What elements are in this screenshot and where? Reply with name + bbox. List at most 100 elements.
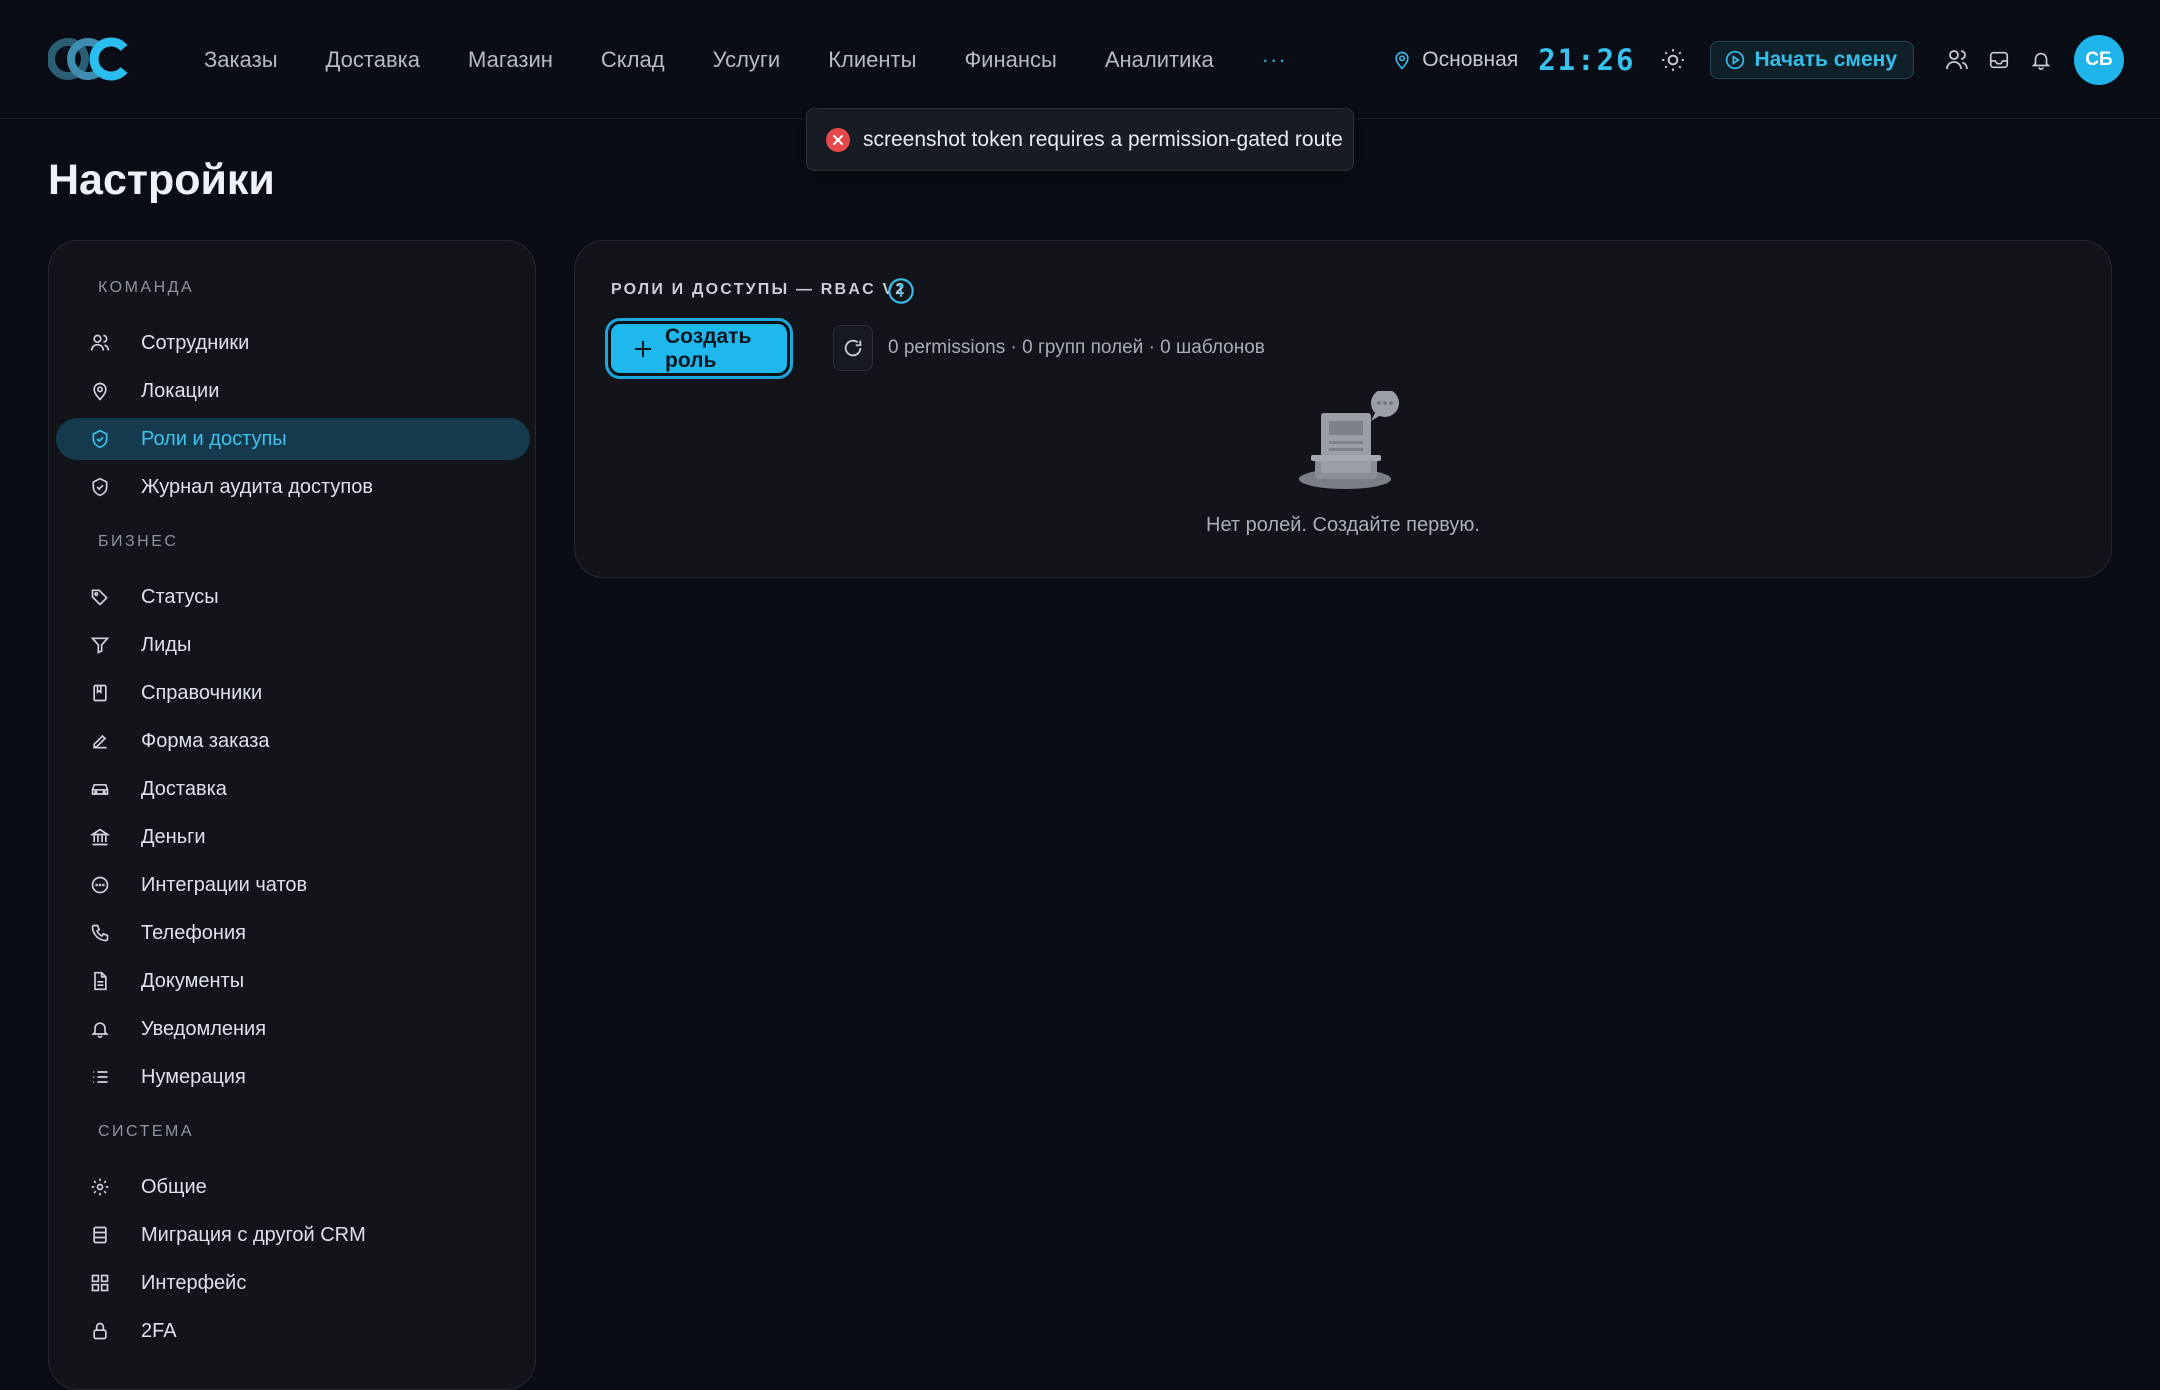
sidebar-item-2fa[interactable]: 2FA — [56, 1310, 530, 1352]
clock: 21:26 — [1538, 42, 1636, 77]
section-title-team: КОМАНДА — [98, 279, 195, 296]
sidebar-item-locations[interactable]: Локации — [56, 370, 530, 412]
settings-sidebar: КОМАНДА Сотрудники Локации Роли и доступ… — [48, 240, 536, 1390]
sidebar-item-notifications[interactable]: Уведомления — [56, 1008, 530, 1050]
users-icon — [1945, 48, 1969, 72]
sidebar-item-label: Журнал аудита доступов — [141, 475, 373, 498]
nav-finance[interactable]: Финансы — [964, 47, 1056, 73]
inbox-button[interactable] — [1982, 43, 2016, 77]
main-nav: Заказы Доставка Магазин Склад Услуги Кли… — [204, 0, 1287, 119]
employees-button[interactable] — [1940, 43, 1974, 77]
sidebar-item-label: Документы — [141, 969, 245, 992]
list-icon — [90, 1067, 110, 1087]
chat-icon — [90, 875, 110, 895]
start-shift-label: Начать смену — [1754, 47, 1897, 71]
sidebar-item-general[interactable]: Общие — [56, 1166, 530, 1208]
sidebar-item-numbering[interactable]: Нумерация — [56, 1056, 530, 1098]
grid-icon — [90, 1273, 110, 1293]
bell-icon — [90, 1019, 110, 1039]
page-title: Настройки — [48, 156, 275, 204]
sidebar-item-label: Общие — [141, 1175, 207, 1198]
sidebar-item-label: Интеграции чатов — [141, 873, 308, 896]
location-label: Основная — [1422, 47, 1519, 71]
document-icon — [90, 971, 110, 991]
shield-check-icon — [90, 477, 110, 497]
user-avatar[interactable]: СБ — [2074, 34, 2124, 85]
create-role-button[interactable]: Создать роль — [611, 324, 787, 373]
lock-icon — [90, 1321, 110, 1341]
sidebar-item-label: Форма заказа — [141, 729, 270, 752]
sidebar-item-label: Доставка — [141, 777, 227, 800]
inbox-icon — [1988, 49, 2010, 71]
nav-shop[interactable]: Магазин — [468, 47, 553, 73]
sidebar-item-interface[interactable]: Интерфейс — [56, 1262, 530, 1304]
top-bar: Заказы Доставка Магазин Склад Услуги Кли… — [0, 0, 2160, 119]
refresh-icon — [842, 337, 864, 359]
sidebar-item-telephony[interactable]: Телефония — [56, 912, 530, 954]
sidebar-item-label: Деньги — [141, 825, 206, 848]
section-title-business: БИЗНЕС — [98, 533, 179, 550]
nav-clients[interactable]: Клиенты — [828, 47, 916, 73]
book-icon — [90, 683, 110, 703]
location-selector[interactable]: Основная — [1392, 48, 1518, 72]
nav-warehouse[interactable]: Склад — [601, 47, 665, 73]
sidebar-item-label: Роли и доступы — [141, 427, 287, 450]
app-logo[interactable] — [48, 36, 134, 82]
sidebar-item-label: Нумерация — [141, 1065, 246, 1088]
sidebar-item-documents[interactable]: Документы — [56, 960, 530, 1002]
sidebar-item-order-form[interactable]: Форма заказа — [56, 720, 530, 762]
counts-summary: 0 permissions · 0 групп полей · 0 шаблон… — [888, 337, 1265, 358]
nav-orders[interactable]: Заказы — [204, 47, 278, 73]
sidebar-item-label: Миграция с другой CRM — [141, 1223, 366, 1246]
nav-analytics[interactable]: Аналитика — [1105, 47, 1214, 73]
car-icon — [90, 779, 110, 799]
sidebar-item-label: Сотрудники — [141, 331, 250, 354]
sidebar-item-money[interactable]: Деньги — [56, 816, 530, 858]
phone-icon — [90, 923, 110, 943]
sidebar-item-directories[interactable]: Справочники — [56, 672, 530, 714]
nav-delivery[interactable]: Доставка — [326, 47, 420, 73]
sidebar-item-label: Лиды — [141, 633, 192, 656]
sun-icon — [1660, 47, 1686, 73]
plus-icon — [633, 339, 653, 359]
sidebar-item-label: Статусы — [141, 585, 219, 608]
database-icon — [90, 1225, 110, 1245]
sidebar-item-chat-integrations[interactable]: Интеграции чатов — [56, 864, 530, 906]
sidebar-item-audit-log[interactable]: Журнал аудита доступов — [56, 466, 530, 508]
sidebar-item-employees[interactable]: Сотрудники — [56, 322, 530, 364]
toast-message: screenshot token requires a permission-g… — [863, 127, 1343, 151]
funnel-icon — [90, 635, 110, 655]
sidebar-item-leads[interactable]: Лиды — [56, 624, 530, 666]
pencil-icon — [90, 731, 110, 751]
theme-toggle-button[interactable] — [1656, 43, 1690, 77]
empty-state-illustration — [1291, 391, 1411, 501]
play-circle-icon — [1725, 50, 1745, 70]
sidebar-item-label: Локации — [141, 379, 220, 402]
start-shift-button[interactable]: Начать смену — [1709, 40, 1914, 79]
roles-card: РОЛИ И ДОСТУПЫ — RBAC V2 Создать роль 0 … — [574, 240, 2112, 578]
shield-check-icon — [90, 429, 110, 449]
bank-icon — [90, 827, 110, 847]
users-icon — [90, 333, 110, 353]
nav-more-button[interactable]: ··· — [1262, 47, 1287, 73]
header-actions: Основная 21:26 Начать смену СБ — [1392, 0, 2124, 119]
sidebar-item-migration[interactable]: Миграция с другой CRM — [56, 1214, 530, 1256]
bell-icon — [2030, 49, 2052, 71]
create-role-label: Создать роль — [665, 324, 752, 372]
map-pin-icon — [1392, 49, 1412, 71]
sidebar-item-label: Интерфейс — [141, 1271, 247, 1294]
nav-services[interactable]: Услуги — [713, 47, 781, 73]
section-title-system: СИСТЕМА — [98, 1123, 195, 1140]
sidebar-item-statuses[interactable]: Статусы — [56, 576, 530, 618]
sidebar-item-roles[interactable]: Роли и доступы — [56, 418, 530, 460]
sidebar-item-label: Справочники — [141, 681, 263, 704]
card-title: РОЛИ И ДОСТУПЫ — RBAC V2 — [611, 281, 907, 298]
info-icon[interactable] — [887, 277, 915, 305]
tags-icon — [90, 587, 110, 607]
gear-icon — [90, 1177, 110, 1197]
refresh-button[interactable] — [833, 325, 873, 371]
error-icon — [825, 127, 851, 153]
notifications-button[interactable] — [2024, 43, 2058, 77]
empty-state-text: Нет ролей. Создайте первую. — [1206, 514, 1480, 536]
sidebar-item-delivery[interactable]: Доставка — [56, 768, 530, 810]
